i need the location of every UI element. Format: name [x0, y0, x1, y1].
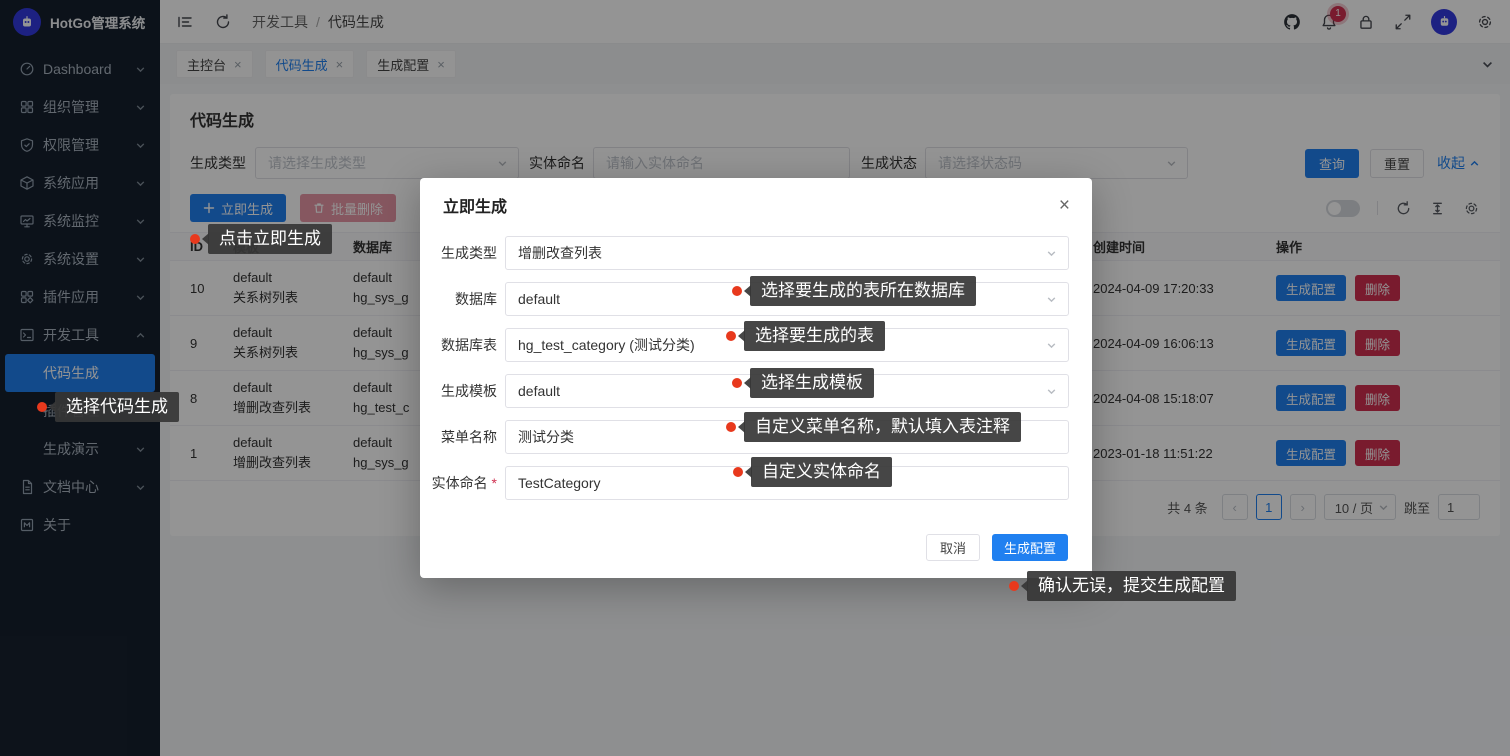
annotation-dot: [732, 378, 742, 388]
annotation-dot: [1009, 581, 1019, 591]
annotation-menu-name: 自定义菜单名称，默认填入表注释: [726, 412, 1021, 442]
annotation-tooltip: 点击立即生成: [208, 224, 332, 254]
chevron-down-icon: [1046, 386, 1057, 397]
field-label-menu-name: 菜单名称: [420, 427, 497, 447]
field-label-database-table: 数据库表: [420, 335, 497, 355]
annotation-click-generate: 点击立即生成: [190, 224, 332, 254]
annotation-tooltip: 选择生成模板: [750, 368, 874, 398]
modal-title: 立即生成: [443, 193, 507, 217]
field-label-entity-name: 实体命名 *: [420, 473, 497, 493]
chevron-down-icon: [1046, 294, 1057, 305]
chevron-down-icon: [1046, 248, 1057, 259]
annotation-submit: 确认无误，提交生成配置: [1009, 571, 1236, 601]
annotation-tooltip: 自定义实体命名: [751, 457, 892, 487]
annotation-dot: [726, 422, 736, 432]
field-label-template: 生成模板: [420, 381, 497, 401]
annotation-dot: [726, 331, 736, 341]
field-label-generate-type: 生成类型: [420, 243, 497, 263]
annotation-entity-name: 自定义实体命名: [733, 457, 892, 487]
annotation-select-table: 选择要生成的表: [726, 321, 885, 351]
field-label-database: 数据库: [420, 289, 497, 309]
annotation-tooltip: 确认无误，提交生成配置: [1027, 571, 1236, 601]
annotation-dot: [733, 467, 743, 477]
annotation-tooltip: 选择代码生成: [55, 392, 179, 422]
generate-config-button[interactable]: 生成配置: [992, 534, 1068, 561]
annotation-select-db: 选择要生成的表所在数据库: [732, 276, 976, 306]
annotation-dot: [732, 286, 742, 296]
close-icon[interactable]: ×: [1059, 196, 1070, 215]
annotation-tooltip: 自定义菜单名称，默认填入表注释: [744, 412, 1021, 442]
annotation-dot: [190, 234, 200, 244]
annotation-tooltip: 选择要生成的表: [744, 321, 885, 351]
annotation-select-template: 选择生成模板: [732, 368, 874, 398]
cancel-button[interactable]: 取消: [926, 534, 980, 561]
annotation-dot: [37, 402, 47, 412]
required-asterisk: *: [492, 475, 497, 491]
generate-type-select[interactable]: 增删改查列表: [505, 236, 1069, 270]
annotation-tooltip: 选择要生成的表所在数据库: [750, 276, 976, 306]
chevron-down-icon: [1046, 340, 1057, 351]
annotation-select-codegen: 选择代码生成: [37, 392, 179, 422]
